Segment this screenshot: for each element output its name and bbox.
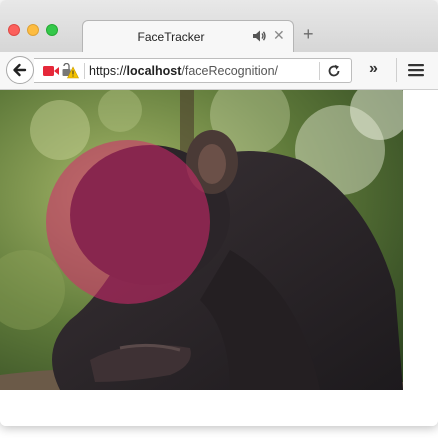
url-separator	[84, 63, 85, 79]
tab-facetracker[interactable]: FaceTracker ✕	[82, 20, 294, 52]
url-host: localhost	[126, 64, 182, 78]
back-arrow-icon	[13, 63, 27, 77]
page-content	[0, 90, 438, 426]
camera-icon[interactable]	[42, 65, 60, 77]
speaker-icon[interactable]	[251, 28, 267, 44]
reload-icon[interactable]	[326, 63, 342, 79]
hamburger-menu-icon[interactable]	[407, 62, 425, 78]
tab-strip: FaceTracker ✕ +	[0, 0, 438, 52]
overflow-menu-button[interactable]: »	[369, 60, 378, 78]
tab-title: FaceTracker	[137, 30, 205, 44]
reload-separator	[319, 62, 320, 80]
maximize-window-button[interactable]	[46, 24, 58, 36]
toolbar-separator	[396, 58, 397, 82]
url-scheme: https://	[89, 64, 127, 78]
minimize-window-button[interactable]	[27, 24, 39, 36]
url-path: /faceRecognition/	[181, 64, 278, 78]
close-window-button[interactable]	[8, 24, 20, 36]
new-tab-button[interactable]: +	[303, 25, 314, 43]
back-button[interactable]	[6, 56, 34, 84]
face-detection-marker	[46, 140, 210, 304]
browser-window: FaceTracker ✕ + https://localhost/faceRe…	[0, 0, 438, 426]
chimpanzee-photo	[0, 90, 403, 390]
navigation-bar: https://localhost/faceRecognition/ »	[0, 52, 438, 90]
permission-warning-icon[interactable]	[61, 63, 79, 79]
url-bar[interactable]: https://localhost/faceRecognition/	[34, 58, 352, 83]
tab-close-button[interactable]: ✕	[273, 27, 285, 43]
url-text[interactable]: https://localhost/faceRecognition/	[89, 64, 278, 78]
